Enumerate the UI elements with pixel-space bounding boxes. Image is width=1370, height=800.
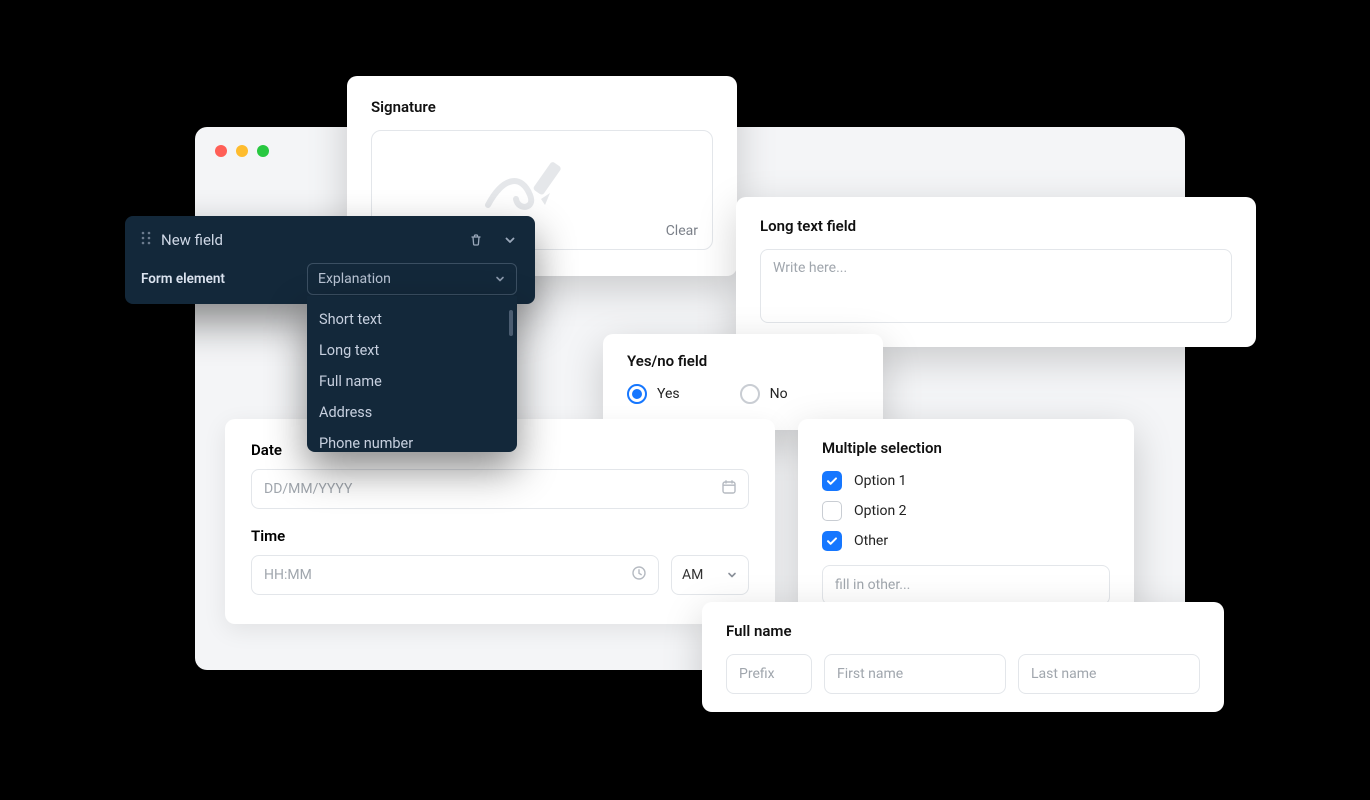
time-input[interactable] [251, 555, 659, 595]
radio-yes-label: Yes [657, 386, 680, 402]
ampm-value: AM [682, 567, 703, 583]
signature-title: Signature [371, 98, 713, 116]
radio-yes-control [627, 384, 647, 404]
form-element-dropdown: Short text Long text Full name Address P… [307, 296, 517, 452]
form-element-selected: Explanation [318, 271, 391, 287]
delete-field-button[interactable] [469, 233, 483, 247]
chevron-down-icon [494, 273, 506, 285]
signature-clear-button[interactable]: Clear [666, 223, 698, 239]
radio-no[interactable]: No [740, 384, 788, 404]
dropdown-item-short-text[interactable]: Short text [307, 304, 517, 335]
trash-icon [469, 233, 483, 247]
new-field-panel: New field Form element Explanation [125, 216, 535, 304]
checkbox-option-1[interactable]: Option 1 [822, 471, 1110, 491]
form-element-label: Form element [141, 271, 225, 287]
long-text-title: Long text field [760, 217, 1232, 235]
checkbox-control-2 [822, 501, 842, 521]
signature-icon [482, 155, 602, 215]
checkbox-option-2[interactable]: Option 2 [822, 501, 1110, 521]
window-zoom-dot[interactable] [257, 145, 269, 157]
time-label: Time [251, 527, 749, 545]
prefix-input[interactable] [726, 654, 812, 694]
chevron-down-icon [726, 569, 738, 581]
first-name-input[interactable] [824, 654, 1006, 694]
dropdown-item-phone-number[interactable]: Phone number [307, 428, 517, 459]
clock-icon[interactable] [631, 565, 647, 585]
long-text-card: Long text field [736, 197, 1256, 347]
multi-select-title: Multiple selection [822, 439, 1110, 457]
radio-no-control [740, 384, 760, 404]
other-text-input[interactable] [822, 565, 1110, 605]
calendar-icon[interactable] [721, 479, 737, 499]
form-element-select[interactable]: Explanation [307, 263, 517, 295]
yes-no-card: Yes/no field Yes No [603, 334, 883, 430]
dropdown-item-address[interactable]: Address [307, 397, 517, 428]
radio-no-label: No [770, 386, 788, 402]
checkbox-label-other: Other [854, 533, 888, 549]
last-name-input[interactable] [1018, 654, 1200, 694]
dropdown-item-long-text[interactable]: Long text [307, 335, 517, 366]
check-icon [826, 475, 838, 487]
checkbox-label-2: Option 2 [854, 503, 907, 519]
radio-yes[interactable]: Yes [627, 384, 680, 404]
yes-no-title: Yes/no field [627, 352, 859, 370]
multi-select-card: Multiple selection Option 1 Option 2 Oth… [798, 419, 1134, 619]
ampm-select[interactable]: AM [671, 555, 749, 595]
dropdown-scrollbar[interactable] [509, 310, 513, 336]
chevron-down-icon [503, 233, 517, 247]
checkbox-control-1 [822, 471, 842, 491]
panel-title: New field [161, 231, 223, 249]
window-minimize-dot[interactable] [236, 145, 248, 157]
full-name-title: Full name [726, 622, 1200, 640]
checkbox-label-1: Option 1 [854, 473, 907, 489]
checkbox-option-other[interactable]: Other [822, 531, 1110, 551]
full-name-card: Full name [702, 602, 1224, 712]
window-close-dot[interactable] [215, 145, 227, 157]
dropdown-item-full-name[interactable]: Full name [307, 366, 517, 397]
long-text-input[interactable] [760, 249, 1232, 323]
collapse-panel-button[interactable] [503, 233, 517, 247]
drag-handle-icon[interactable] [141, 230, 151, 249]
date-input[interactable] [251, 469, 749, 509]
checkbox-control-other [822, 531, 842, 551]
window-traffic-lights [215, 145, 269, 157]
check-icon [826, 535, 838, 547]
